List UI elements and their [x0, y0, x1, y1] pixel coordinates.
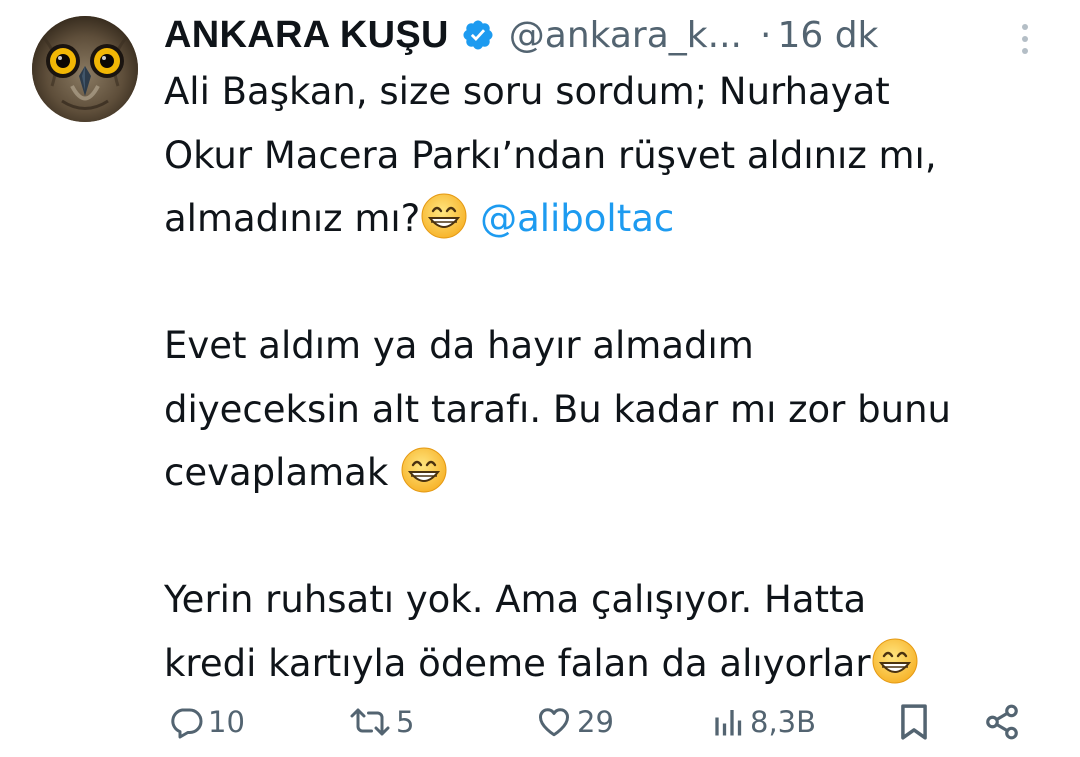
tweet-line: Yerin ruhsatı yok. Ama çalışıyor. Hatta [164, 578, 867, 621]
bookmark-icon [901, 704, 927, 740]
mention-link[interactable]: @aliboltac [480, 197, 674, 240]
grinning-face-emoji-icon [871, 637, 919, 685]
tweet-line: cevaplamak [164, 441, 1064, 505]
author-display-name[interactable]: ANKARA KUŞU [164, 14, 449, 57]
tweet-action-bar: 10 5 29 8,3B [0, 694, 1080, 750]
tweet-line: Ali Başkan, size soru sordum; Nurhayat [164, 70, 890, 113]
tweet-header: ANKARA KUŞU @ankara_k... · 16 dk [164, 10, 878, 60]
tweet-text: Ali Başkan, size soru sordum; Nurhayat O… [164, 60, 1064, 695]
tweet-line: almadınız mı? @aliboltac [164, 187, 1064, 251]
tweet-line: Evet aldım ya da hayır almadım [164, 324, 754, 367]
retweet-icon [350, 708, 390, 736]
bookmark-button[interactable] [898, 694, 930, 750]
views-count: 8,3B [750, 705, 817, 739]
views-analytics-icon [715, 710, 742, 736]
tweet-line-text: cevaplamak [164, 451, 401, 494]
tweet-timestamp[interactable]: 16 dk [777, 15, 878, 56]
reply-button[interactable]: 10 [168, 694, 245, 750]
share-button[interactable] [983, 694, 1021, 750]
owl-avatar-icon [32, 16, 138, 122]
tweet-line-text: kredi kartıyla ödeme falan da alıyorlar [164, 641, 871, 685]
share-icon [986, 704, 1018, 740]
views-button[interactable]: 8,3B [712, 694, 816, 750]
tweet[interactable]: ANKARA KUŞU @ankara_k... · 16 dk Ali Baş… [0, 0, 1080, 757]
verified-badge-icon[interactable] [461, 18, 495, 52]
reply-icon [171, 708, 203, 739]
tweet-line: diyeceksin alt tarafı. Bu kadar mı zor b… [164, 387, 951, 431]
tweet-line-text: almadınız mı? [164, 197, 421, 240]
heart-icon [539, 708, 569, 737]
grinning-face-emoji-icon [420, 192, 468, 240]
author-handle[interactable]: @ankara_k... [509, 15, 742, 56]
more-options-icon[interactable] [1013, 22, 1037, 56]
like-count: 29 [577, 705, 614, 739]
tweet-line: Okur Macera Parkı’ndan rüşvet aldınız mı… [164, 133, 937, 177]
like-button[interactable]: 29 [535, 694, 614, 750]
author-avatar[interactable] [32, 16, 138, 122]
reply-count: 10 [208, 705, 245, 739]
grinning-face-emoji-icon [400, 446, 448, 494]
retweet-count: 5 [396, 705, 415, 739]
time-separator: · [759, 14, 772, 56]
retweet-button[interactable]: 5 [348, 694, 414, 750]
tweet-line: kredi kartıyla ödeme falan da alıyorlar [164, 632, 1064, 696]
